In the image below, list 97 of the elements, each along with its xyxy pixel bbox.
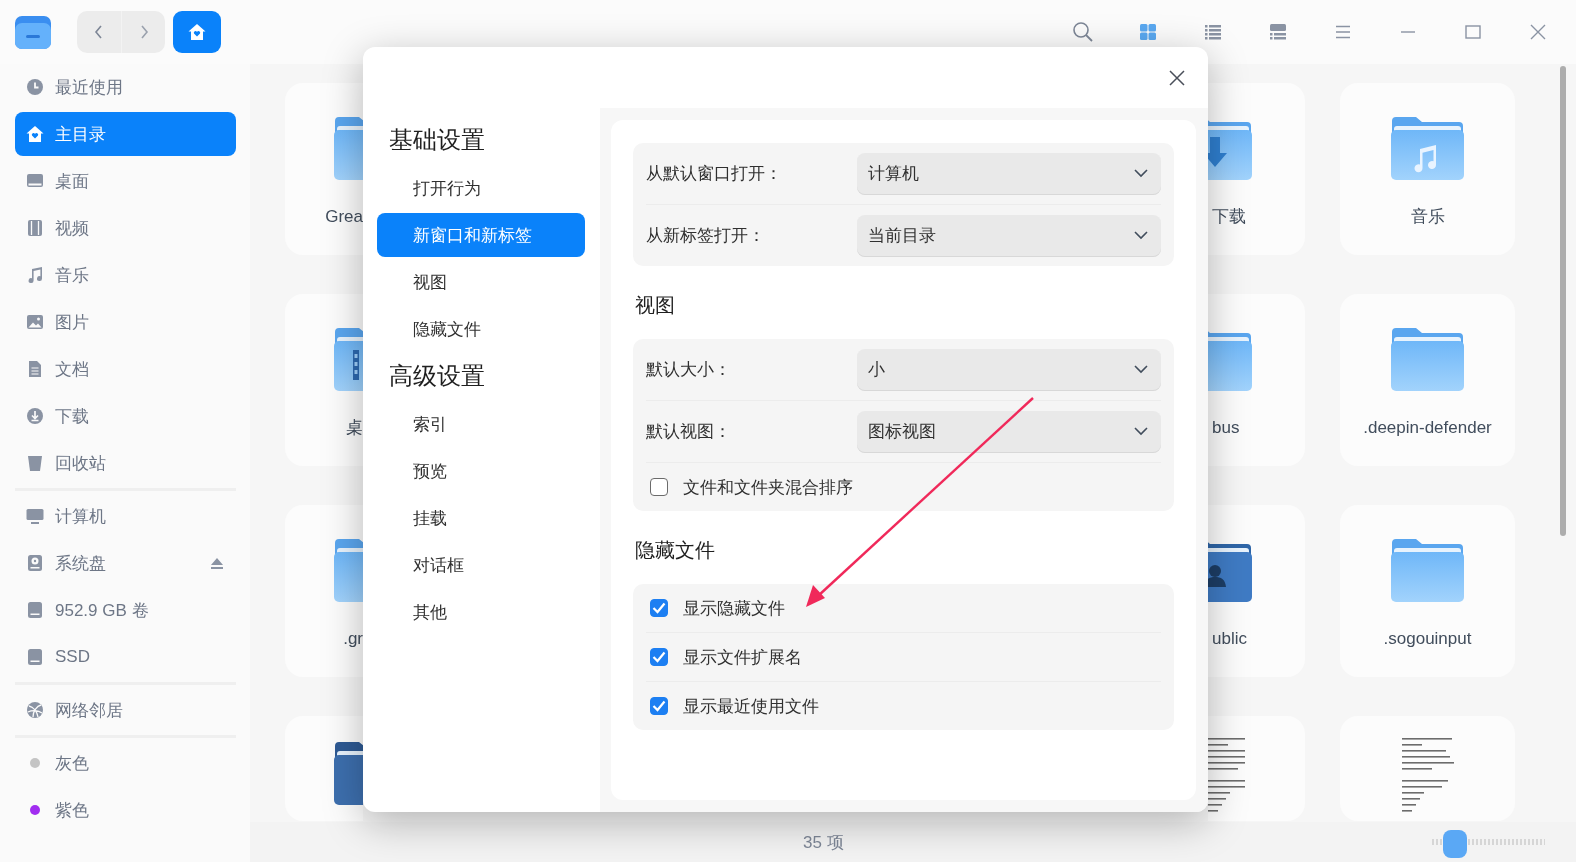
file-card[interactable]: 音乐 (1340, 83, 1515, 255)
nav-heading: 高级设置 (388, 361, 486, 391)
file-card[interactable]: Grea (285, 83, 363, 255)
sidebar-item[interactable]: 图片 (15, 300, 236, 344)
nav-item[interactable]: 索引 (377, 402, 585, 446)
sidebar-item[interactable]: 主目录 (15, 112, 236, 156)
sidebar-item[interactable]: 音乐 (15, 253, 236, 297)
sidebar-item[interactable]: 文档 (15, 347, 236, 391)
nav-heading: 基础设置 (388, 125, 486, 155)
checkbox-label: 显示文件扩展名 (683, 646, 802, 669)
drive-icon (25, 647, 45, 667)
sidebar-item[interactable]: 桌面 (15, 159, 236, 203)
sidebar-item[interactable]: 952.9 GB 卷 (15, 588, 236, 632)
sidebar-item[interactable]: SSD (15, 635, 236, 679)
home-icon (25, 124, 45, 144)
download-icon (25, 406, 45, 426)
monitor-icon (25, 506, 45, 526)
dropdown[interactable]: 计算机 (857, 152, 1161, 195)
home-icon (187, 22, 207, 42)
file-card[interactable] (285, 716, 363, 821)
nav-item[interactable]: 预览 (377, 449, 585, 493)
file-name: .deepin-defender (1363, 417, 1492, 439)
maximize-icon (1465, 25, 1481, 39)
checkbox[interactable] (650, 599, 668, 617)
file-name: 下载 (1212, 206, 1246, 228)
clock-icon (25, 77, 45, 97)
dropdown[interactable]: 当前目录 (857, 214, 1161, 257)
split-view-icon (1268, 22, 1288, 42)
file-card[interactable]: .gr (285, 505, 363, 677)
sidebar-item[interactable]: 紫色 (15, 788, 236, 832)
trash-icon (25, 453, 45, 473)
nav-item[interactable]: 挂载 (377, 496, 585, 540)
globe-icon (25, 700, 45, 720)
sidebar-item[interactable]: 回收站 (15, 441, 236, 485)
sidebar-item[interactable]: 系统盘 (15, 541, 236, 585)
image-icon (25, 312, 45, 332)
nav-item[interactable]: 新窗口和新标签 (377, 213, 585, 257)
scrollbar[interactable] (1560, 66, 1566, 536)
checkbox[interactable] (650, 648, 668, 666)
file-name: bus (1212, 417, 1240, 439)
file-card[interactable] (1208, 716, 1305, 821)
sidebar-item[interactable]: 视频 (15, 206, 236, 250)
nav-item[interactable]: 隐藏文件 (377, 307, 585, 351)
file-card[interactable]: 桌 (285, 294, 363, 466)
file-card[interactable]: ublic (1208, 505, 1305, 677)
grid-view-icon (1138, 22, 1158, 42)
section-title: 视图 (635, 293, 676, 317)
dropdown[interactable]: 小 (857, 348, 1161, 391)
dropdown[interactable]: 图标视图 (857, 410, 1161, 453)
file-name: Grea (325, 206, 363, 228)
menu-icon (1335, 25, 1351, 39)
slider-thumb[interactable] (1442, 830, 1467, 858)
file-card[interactable]: bus (1208, 294, 1305, 466)
checkbox[interactable] (650, 478, 668, 496)
file-name: .gr (343, 628, 363, 650)
setting-label: 从新标签打开： (646, 225, 766, 247)
checkbox-label: 文件和文件夹混合排序 (683, 476, 853, 499)
close-icon (1169, 69, 1185, 86)
chevron-left-icon (93, 24, 105, 40)
chevron-down-icon (1134, 169, 1148, 178)
chevron-down-icon (1134, 365, 1148, 374)
checkbox-label: 显示隐藏文件 (683, 597, 785, 620)
sidebar-item[interactable]: 下载 (15, 394, 236, 438)
setting-label: 默认大小： (646, 359, 732, 381)
checkbox-label: 显示最近使用文件 (683, 695, 819, 718)
item-count: 35 项 (803, 831, 844, 854)
home-button[interactable] (173, 11, 221, 53)
file-name: .sogouinput (1383, 628, 1472, 650)
sidebar-item[interactable]: 网络邻居 (15, 688, 236, 732)
setting-label: 默认视图： (646, 421, 732, 443)
file-name: 音乐 (1410, 206, 1445, 228)
minimize-icon (1400, 30, 1416, 34)
sidebar-item[interactable]: 计算机 (15, 494, 236, 538)
drive-icon (25, 600, 45, 620)
list-view-icon (1203, 22, 1223, 42)
section-title: 隐藏文件 (635, 538, 716, 562)
close-icon (1530, 24, 1546, 40)
nav-item[interactable]: 打开行为 (377, 166, 585, 210)
file-card[interactable] (1340, 716, 1515, 821)
nav-item[interactable]: 其他 (377, 590, 585, 634)
file-card[interactable]: 下载 (1208, 83, 1305, 255)
sidebar-item[interactable]: 最近使用 (15, 65, 236, 109)
file-card[interactable]: .deepin-defender (1340, 294, 1515, 466)
film-icon (25, 218, 45, 238)
folder-app-icon (14, 13, 52, 51)
eject-icon[interactable] (211, 557, 223, 569)
file-name: 桌 (346, 417, 363, 439)
checkbox[interactable] (650, 697, 668, 715)
file-name: ublic (1212, 628, 1247, 650)
chevron-down-icon (1134, 427, 1148, 436)
file-card[interactable]: .sogouinput (1340, 505, 1515, 677)
chevron-down-icon (1134, 231, 1148, 240)
sidebar-item[interactable]: 灰色 (15, 741, 236, 785)
search-icon (1072, 21, 1094, 43)
nav-item[interactable]: 对话框 (377, 543, 585, 587)
nav-item[interactable]: 视图 (377, 260, 585, 304)
setting-label: 从默认窗口打开： (646, 163, 783, 185)
